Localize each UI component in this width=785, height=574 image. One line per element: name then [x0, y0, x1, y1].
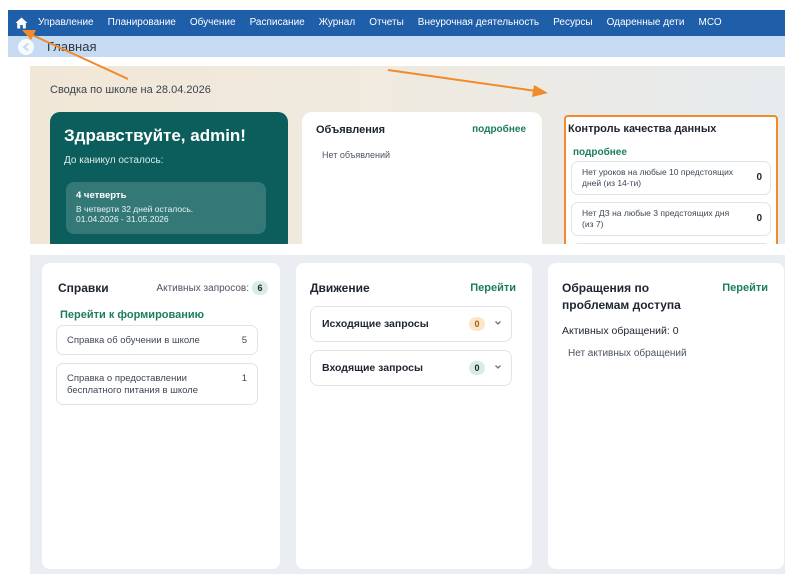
breadcrumb: Главная — [8, 36, 785, 57]
references-card: Справки Активных запросов: 6 Перейти к ф… — [42, 263, 280, 569]
references-active-badge: 6 — [252, 281, 268, 295]
data-quality-item[interactable]: Нет ДЗ на любые 3 предстоящих дня (из 7)… — [571, 202, 771, 236]
reference-item-text: Справка о предоставлении бесплатного пит… — [67, 373, 198, 396]
nav-item-management[interactable]: Управление — [34, 10, 101, 36]
nav-item-resources[interactable]: Ресурсы — [546, 10, 599, 36]
top-navigation: Управление Планирование Обучение Расписа… — [8, 10, 785, 36]
greeting-card: Здравствуйте, admin! До каникул осталось… — [50, 112, 288, 244]
reference-item-count: 5 — [241, 335, 247, 346]
references-generate-link[interactable]: Перейти к формированию — [60, 309, 204, 321]
data-quality-more-link[interactable]: подробнее — [573, 147, 627, 158]
access-issues-title: Обращения по проблемам доступа — [562, 281, 681, 312]
breadcrumb-current: Главная — [47, 39, 97, 54]
nav-item-reports[interactable]: Отчеты — [362, 10, 411, 36]
announcements-card: Объявления подробнее Нет объявлений — [302, 112, 542, 244]
home-icon — [15, 17, 27, 29]
data-quality-item-text: Нет ДЗ на любые 3 предстоящих дня (из 7) — [582, 208, 730, 229]
access-issues-empty: Нет активных обращений — [568, 348, 687, 359]
back-arrow-icon[interactable] — [18, 38, 34, 55]
data-quality-card: Контроль качества данных подробнее Нет у… — [564, 115, 778, 244]
movement-card: Движение Перейти Исходящие запросы 0 Вхо… — [296, 263, 532, 569]
data-quality-title: Контроль качества данных — [568, 123, 717, 135]
announcements-more-link[interactable]: подробнее — [472, 124, 526, 135]
quarter-days-left: В четверти 32 дней осталось. — [76, 204, 194, 214]
outgoing-requests-badge: 0 — [469, 317, 485, 331]
announcements-title: Объявления — [316, 124, 386, 136]
access-issues-goto-link[interactable]: Перейти — [722, 282, 768, 294]
outgoing-requests-accordion[interactable]: Исходящие запросы 0 — [310, 306, 512, 342]
summary-title: Сводка по школе на 28.04.2026 — [50, 84, 211, 96]
references-active-requests: Активных запросов: 6 — [156, 281, 268, 295]
nav-item-journal[interactable]: Журнал — [312, 10, 363, 36]
announcements-empty: Нет объявлений — [322, 150, 391, 160]
quarter-title: 4 четверть — [76, 190, 127, 201]
incoming-requests-badge: 0 — [469, 361, 485, 375]
nav-item-schedule[interactable]: Расписание — [243, 10, 312, 36]
reference-item-text: Справка об обучении в школе — [67, 335, 200, 346]
movement-title: Движение — [310, 281, 370, 295]
reference-item-count: 1 — [241, 373, 247, 384]
widgets-section: Справки Активных запросов: 6 Перейти к ф… — [30, 255, 785, 574]
vacation-label: До каникул осталось: — [64, 155, 164, 166]
quarter-period: 01.04.2026 - 31.05.2026 — [76, 214, 169, 224]
incoming-requests-label: Входящие запросы — [322, 362, 423, 374]
school-summary-section: Сводка по школе на 28.04.2026 Здравствуй… — [30, 66, 785, 244]
chevron-down-icon — [495, 365, 501, 369]
access-issues-active-count: Активных обращений: 0 — [562, 325, 679, 337]
screenshot-root: Управление Планирование Обучение Расписа… — [0, 0, 785, 574]
data-quality-item-partial[interactable] — [571, 243, 771, 244]
access-issues-card: Обращения по проблемам доступа Перейти А… — [548, 263, 784, 569]
reference-item[interactable]: Справка о предоставлении бесплатного пит… — [56, 363, 258, 405]
greeting-text: Здравствуйте, admin! — [64, 126, 246, 145]
home-button[interactable] — [8, 10, 34, 36]
references-active-label: Активных запросов: — [156, 282, 249, 294]
quarter-block: 4 четверть В четверти 32 дней осталось. … — [66, 182, 266, 234]
movement-goto-link[interactable]: Перейти — [470, 282, 516, 294]
chevron-down-icon — [495, 321, 501, 325]
data-quality-item-count: 0 — [756, 172, 762, 183]
nav-item-extracurricular[interactable]: Внеурочная деятельность — [411, 10, 546, 36]
nav-item-planning[interactable]: Планирование — [101, 10, 183, 36]
nav-item-education[interactable]: Обучение — [183, 10, 243, 36]
data-quality-item-text: Нет уроков на любые 10 предстоящих дней … — [582, 167, 734, 188]
reference-item[interactable]: Справка об обучении в школе 5 — [56, 325, 258, 355]
outgoing-requests-label: Исходящие запросы — [322, 318, 429, 330]
incoming-requests-accordion[interactable]: Входящие запросы 0 — [310, 350, 512, 386]
references-title: Справки — [58, 281, 109, 295]
nav-item-mso[interactable]: МСО — [691, 10, 728, 36]
data-quality-item-count: 0 — [756, 213, 762, 224]
data-quality-item[interactable]: Нет уроков на любые 10 предстоящих дней … — [571, 161, 771, 195]
nav-item-gifted-children[interactable]: Одаренные дети — [600, 10, 692, 36]
